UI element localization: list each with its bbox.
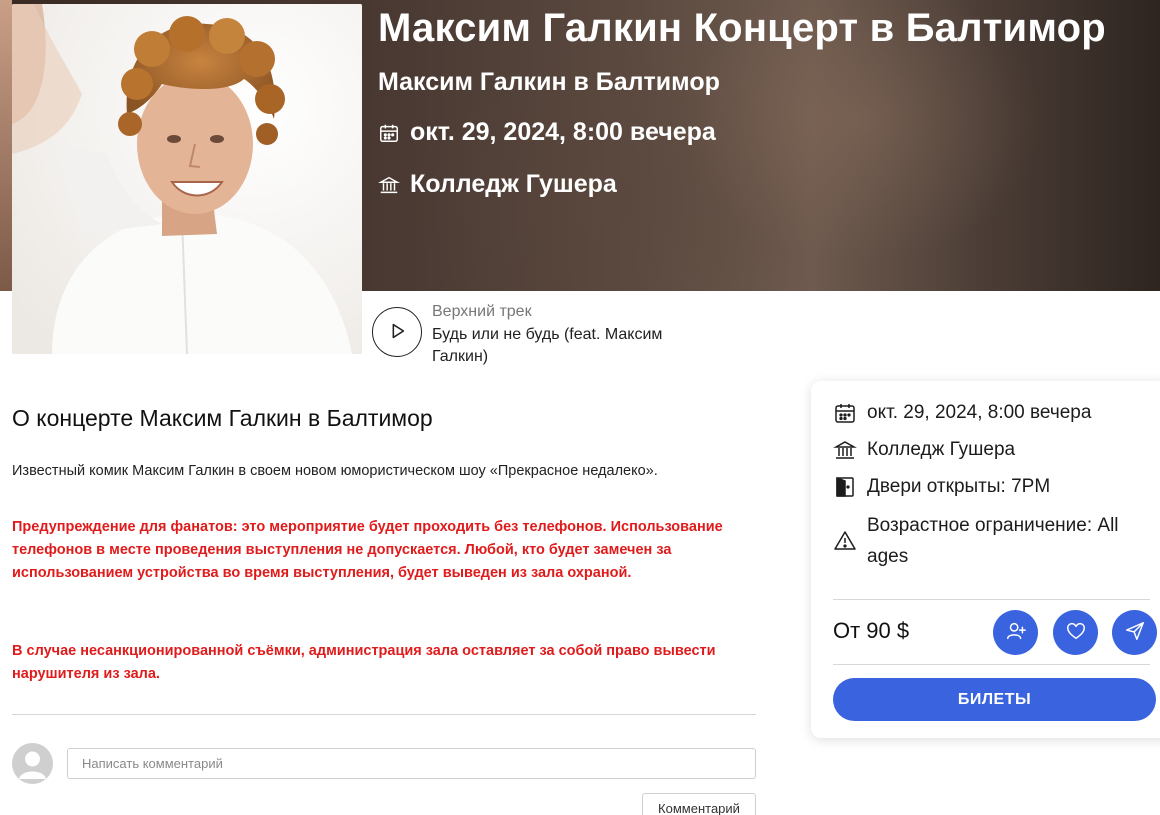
about-description: Известный комик Максим Галкин в своем но… <box>12 463 658 479</box>
calendar-icon <box>833 401 857 425</box>
follow-button[interactable] <box>993 610 1038 655</box>
send-icon <box>1124 620 1146 645</box>
avatar <box>12 743 53 784</box>
hero-venue-text: Колледж Гушера <box>410 170 617 198</box>
phone-warning: Предупреждение для фанатов: это мероприя… <box>12 519 723 581</box>
price: От 90 $ <box>833 618 910 643</box>
card-venue-text: Колледж Гушера <box>867 439 1016 460</box>
hero-date-text: окт. 29, 2024, 8:00 вечера <box>410 118 716 146</box>
event-subtitle: Максим Галкин в Балтимор <box>378 68 720 96</box>
filming-warning: В случае несанкционированной съёмки, адм… <box>12 643 716 682</box>
door-icon <box>833 475 857 499</box>
card-date: окт. 29, 2024, 8:00 вечера <box>833 401 1091 425</box>
hero-date: окт. 29, 2024, 8:00 вечера <box>378 118 716 147</box>
about-title: О концерте Максим Галкин в Балтимор <box>12 405 433 431</box>
warning-icon <box>833 529 857 553</box>
top-track-name[interactable]: Будь или не будь (feat. Максим Галкин) <box>432 324 722 368</box>
favorite-button[interactable] <box>1053 610 1098 655</box>
artist-photo <box>12 4 362 354</box>
top-track-label: Верхний трек <box>432 303 532 320</box>
tickets-button[interactable]: БИЛЕТЫ <box>833 678 1156 721</box>
hero-venue[interactable]: Колледж Гушера <box>377 170 617 199</box>
card-date-text: окт. 29, 2024, 8:00 вечера <box>867 402 1092 423</box>
play-icon <box>386 320 408 345</box>
event-info-card: окт. 29, 2024, 8:00 вечера Колледж Гушер… <box>811 381 1160 738</box>
calendar-icon <box>378 122 400 144</box>
building-icon <box>377 174 401 196</box>
play-button[interactable] <box>372 307 422 357</box>
card-age-text: Возрастное ограничение: All ages <box>867 515 1119 567</box>
building-icon <box>833 438 857 462</box>
card-divider <box>833 664 1150 665</box>
card-doors: Двери открыты: 7PM <box>833 475 1050 499</box>
card-divider <box>833 599 1150 600</box>
card-doors-text: Двери открыты: 7PM <box>867 476 1051 497</box>
comment-input[interactable] <box>67 748 756 779</box>
card-age: Возрастное ограничение: All ages <box>833 510 1152 572</box>
comment-submit-button[interactable]: Комментарий <box>642 793 756 815</box>
hero-edge <box>0 0 12 291</box>
event-title: Максим Галкин Концерт в Балтимор <box>378 6 1106 50</box>
share-button[interactable] <box>1112 610 1157 655</box>
section-divider <box>12 714 756 715</box>
heart-icon <box>1065 620 1087 645</box>
top-track: Верхний трек Будь или не будь (feat. Мак… <box>372 302 722 368</box>
card-venue[interactable]: Колледж Гушера <box>833 438 1015 462</box>
add-user-icon <box>1005 620 1027 645</box>
